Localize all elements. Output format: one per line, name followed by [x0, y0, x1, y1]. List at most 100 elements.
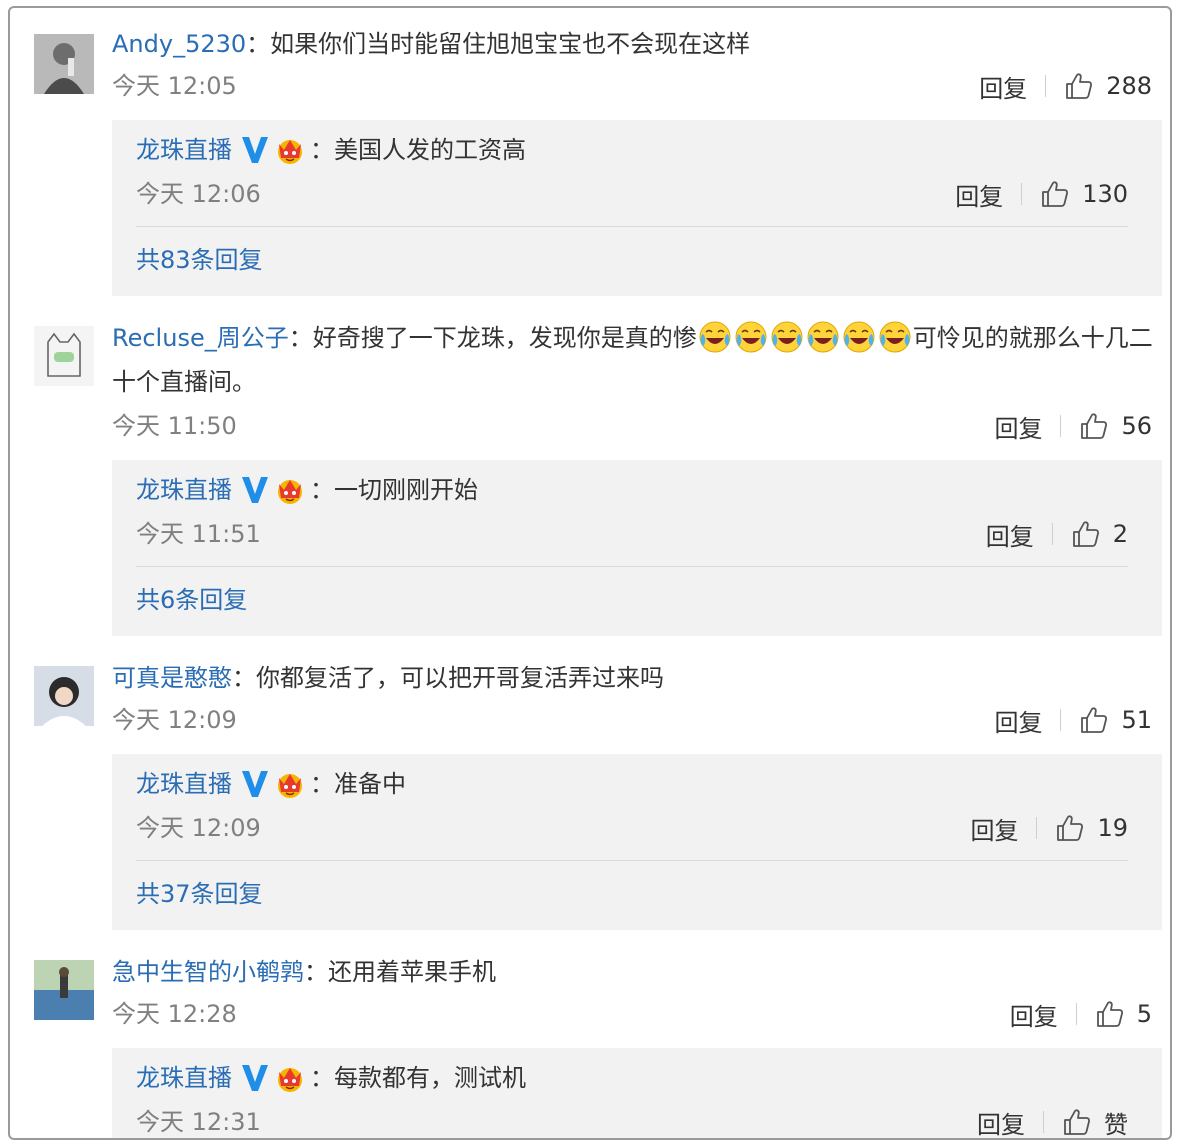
- thumbs-up-icon[interactable]: [1040, 179, 1070, 209]
- more-replies-link[interactable]: 共6条回复: [136, 582, 247, 618]
- crown-badge-icon: [274, 768, 306, 800]
- username-link[interactable]: 龙珠直播: [136, 1056, 232, 1100]
- reply-actions: 回复 2: [986, 516, 1128, 552]
- comment-text: 还用着苹果手机: [328, 958, 496, 986]
- reply-text-line: 龙珠直播 ：美国人发的工资高: [136, 128, 526, 172]
- divider: [1075, 1003, 1077, 1025]
- like-count: 56: [1121, 412, 1152, 440]
- colon: ：: [310, 476, 334, 504]
- username-link[interactable]: Andy_5230: [112, 30, 246, 58]
- timestamp: 今天 12:09: [112, 706, 237, 734]
- divider: [1043, 1111, 1044, 1133]
- colon: ：: [304, 958, 328, 986]
- comment-actions: 回复 288: [979, 68, 1152, 104]
- thumbs-up-icon[interactable]: [1071, 519, 1101, 549]
- laugh-cry-emoji: [806, 320, 840, 354]
- reply-button[interactable]: 回复: [970, 811, 1018, 846]
- like-count: 赞: [1104, 1110, 1128, 1139]
- colon: ：: [232, 664, 256, 692]
- username-link[interactable]: 龙珠直播: [136, 128, 232, 172]
- reply-text-line: 龙珠直播 ：一切刚刚开始: [136, 468, 478, 512]
- divider: [1021, 183, 1023, 205]
- timestamp: 今天 11:50: [112, 412, 237, 440]
- thumbs-up-icon[interactable]: [1079, 705, 1109, 735]
- reply-divider: [136, 226, 1128, 227]
- reply-actions: 回复 19: [970, 810, 1128, 846]
- thumbs-up-icon[interactable]: [1055, 813, 1085, 843]
- reply-box: 龙珠直播 ：一切刚刚开始 今天 11:51 回复 2 共6条回复: [112, 460, 1162, 636]
- comment-text-line: 十个直播间。: [112, 360, 1157, 404]
- timestamp: 今天 12:31: [136, 1108, 261, 1136]
- colon: ：: [246, 30, 271, 58]
- avatar[interactable]: [34, 326, 94, 386]
- laugh-cry-emoji: [698, 320, 732, 354]
- verified-v-icon: [240, 134, 270, 166]
- more-replies-link[interactable]: 共37条回复: [136, 876, 263, 912]
- laugh-cry-emoji: [842, 320, 876, 354]
- reply-text: 美国人发的工资高: [334, 136, 526, 164]
- thumbs-up-icon[interactable]: [1095, 999, 1125, 1029]
- reply-button[interactable]: 回复: [955, 177, 1003, 212]
- like-count: 51: [1121, 706, 1152, 734]
- thumbs-up-icon[interactable]: [1062, 1107, 1092, 1137]
- comment-meta: 今天 12:05 回复 288: [112, 68, 1152, 104]
- colon: ：: [288, 324, 313, 352]
- avatar[interactable]: [34, 960, 94, 1020]
- reply-meta: 今天 12:09 回复 19: [136, 810, 1128, 846]
- laugh-cry-emoji: [770, 320, 804, 354]
- reply-text: 每款都有，测试机: [334, 1064, 526, 1092]
- avatar[interactable]: [34, 666, 94, 726]
- username-link[interactable]: 急中生智的小鹌鹑: [112, 958, 304, 986]
- reply-box: 龙珠直播 ：准备中 今天 12:09 回复 19 共37条回复: [112, 754, 1162, 930]
- reply-actions: 回复 130: [955, 176, 1128, 212]
- username-link[interactable]: Recluse_周公子: [112, 324, 289, 352]
- reply-text: 一切刚刚开始: [334, 476, 478, 504]
- reply-button[interactable]: 回复: [994, 409, 1042, 444]
- verified-v-icon: [240, 768, 270, 800]
- reply-button[interactable]: 回复: [986, 517, 1034, 552]
- reply-button[interactable]: 回复: [979, 69, 1027, 104]
- username-link[interactable]: 龙珠直播: [136, 468, 232, 512]
- like-count: 2: [1112, 520, 1128, 548]
- timestamp: 今天 12:05: [112, 72, 237, 100]
- avatar[interactable]: [34, 34, 94, 94]
- more-replies-link[interactable]: 共83条回复: [136, 242, 263, 278]
- reply-actions: 回复 赞: [977, 1104, 1128, 1139]
- divider: [1036, 817, 1038, 839]
- colon: ：: [310, 136, 334, 164]
- comment-text-line: Recluse_周公子：好奇搜了一下龙珠，发现你是真的惨 可怜见的就那么十几二: [112, 316, 1157, 360]
- comment-text: 十个直播间。: [112, 368, 256, 396]
- username-link[interactable]: 龙珠直播: [136, 762, 232, 806]
- reply-box: 龙珠直播 ：每款都有，测试机 今天 12:31 回复 赞: [112, 1048, 1162, 1139]
- comment-actions: 回复 56: [994, 408, 1152, 444]
- username-link[interactable]: 可真是憨憨: [112, 664, 232, 692]
- crown-badge-icon: [274, 134, 306, 166]
- timestamp: 今天 12:09: [136, 814, 261, 842]
- comment-text: 如果你们当时能留住旭旭宝宝也不会现在这样: [270, 30, 751, 58]
- reply-divider: [136, 566, 1128, 567]
- divider: [1045, 75, 1047, 97]
- laugh-cry-emoji: [878, 320, 912, 354]
- reply-meta: 今天 12:06 回复 130: [136, 176, 1128, 212]
- like-count: 5: [1136, 1000, 1152, 1028]
- comment-text: 好奇搜了一下龙珠，发现你是真的惨: [312, 324, 697, 352]
- comment-actions: 回复 51: [994, 702, 1152, 738]
- like-count: 288: [1106, 72, 1152, 100]
- comment-meta: 今天 12:28 回复 5: [112, 996, 1152, 1032]
- reply-button[interactable]: 回复: [1010, 997, 1058, 1032]
- divider: [1051, 523, 1053, 545]
- comment-text-line: Andy_5230：如果你们当时能留住旭旭宝宝也不会现在这样: [112, 22, 1157, 66]
- divider: [1060, 415, 1062, 437]
- reply-button[interactable]: 回复: [977, 1105, 1025, 1139]
- thumbs-up-icon[interactable]: [1064, 71, 1094, 101]
- comment-text: 你都复活了，可以把开哥复活弄过来吗: [256, 664, 664, 692]
- reply-text: 准备中: [334, 770, 406, 798]
- like-count: 130: [1082, 180, 1128, 208]
- thumbs-up-icon[interactable]: [1079, 411, 1109, 441]
- verified-v-icon: [240, 1062, 270, 1094]
- verified-v-icon: [240, 474, 270, 506]
- crown-badge-icon: [274, 474, 306, 506]
- timestamp: 今天 12:06: [136, 180, 261, 208]
- comment-meta: 今天 12:09 回复 51: [112, 702, 1152, 738]
- reply-button[interactable]: 回复: [994, 703, 1042, 738]
